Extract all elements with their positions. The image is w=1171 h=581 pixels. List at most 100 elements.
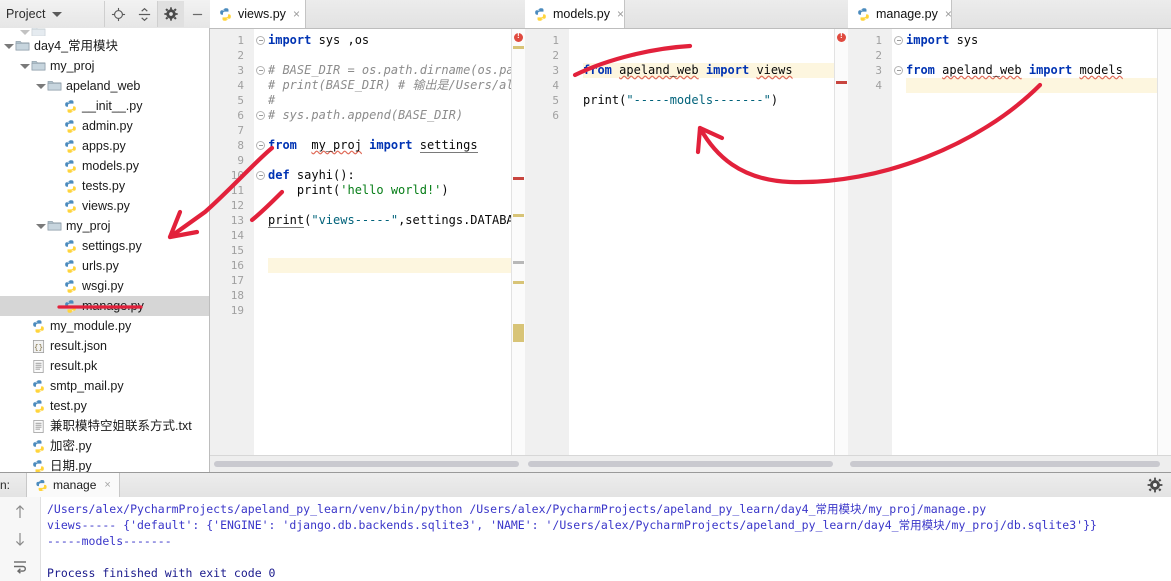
error-stripe-gutter[interactable] bbox=[1157, 29, 1171, 472]
editor-pane-models[interactable]: models.py×123456from apeland_web import … bbox=[525, 0, 848, 472]
tree-item-label: my_proj bbox=[66, 216, 110, 236]
error-stripe-gutter[interactable] bbox=[834, 29, 848, 472]
tree-file-views.py[interactable]: views.py bbox=[0, 196, 209, 216]
tree-file-__init__.py[interactable]: __init__.py bbox=[0, 96, 209, 116]
line-number: 7 bbox=[237, 123, 244, 138]
python-file-icon bbox=[63, 199, 78, 214]
soft-wrap-icon[interactable] bbox=[10, 557, 30, 575]
line-number-gutter[interactable]: 12345678910111213141516171819 bbox=[210, 29, 254, 472]
editor-pane-manage[interactable]: manage.py×1234import sysfrom apeland_web… bbox=[848, 0, 1171, 472]
tree-file-兼职模特空姐联系方式.txt[interactable]: 兼职模特空姐联系方式.txt bbox=[0, 416, 209, 436]
hscrollbar-pane1[interactable] bbox=[214, 461, 519, 467]
error-stripe-mark[interactable] bbox=[513, 214, 524, 217]
error-stripe-mark[interactable] bbox=[513, 324, 524, 342]
tree-file-加密.py[interactable]: 加密.py bbox=[0, 436, 209, 456]
tree-file-node[interactable] bbox=[0, 28, 209, 36]
tree-file-urls.py[interactable]: urls.py bbox=[0, 256, 209, 276]
project-tree-panel[interactable]: day4_常用模块my_projapeland_web__init__.pyad… bbox=[0, 28, 210, 472]
disclosure-triangle-icon[interactable] bbox=[36, 82, 45, 91]
tree-file-settings.py[interactable]: settings.py bbox=[0, 236, 209, 256]
tree-folder-day4_常用模块[interactable]: day4_常用模块 bbox=[0, 36, 209, 56]
disclosure-triangle-icon[interactable] bbox=[4, 42, 13, 51]
fold-marker-icon[interactable] bbox=[256, 36, 265, 45]
line-number: 2 bbox=[875, 48, 882, 63]
line-number: 2 bbox=[237, 48, 244, 63]
fold-marker-icon[interactable] bbox=[256, 111, 265, 120]
line-number: 8 bbox=[237, 138, 244, 153]
disclosure-triangle-icon[interactable] bbox=[36, 222, 45, 231]
error-stripe-mark[interactable] bbox=[836, 81, 847, 84]
collapse-all-icon[interactable] bbox=[131, 1, 157, 27]
code-area[interactable]: 123456from apeland_web import viewsprint… bbox=[525, 29, 848, 472]
error-stripe-gutter[interactable] bbox=[511, 29, 525, 472]
close-icon[interactable]: × bbox=[617, 9, 624, 19]
hscrollbar-pane2[interactable] bbox=[528, 461, 833, 467]
line-number: 13 bbox=[231, 213, 244, 228]
hscrollbar-pane3[interactable] bbox=[850, 461, 1160, 467]
code-folding-column[interactable] bbox=[892, 29, 906, 472]
error-indicator-icon[interactable] bbox=[837, 33, 846, 42]
hide-panel-icon[interactable] bbox=[184, 1, 210, 27]
fold-marker-icon[interactable] bbox=[256, 141, 265, 150]
tree-file-manage.py[interactable]: manage.py bbox=[0, 296, 209, 316]
tree-file-admin.py[interactable]: admin.py bbox=[0, 116, 209, 136]
tree-file-tests.py[interactable]: tests.py bbox=[0, 176, 209, 196]
run-tool-window[interactable]: n: manage × /User bbox=[0, 472, 1171, 581]
tree-file-my_module.py[interactable]: my_module.py bbox=[0, 316, 209, 336]
error-indicator-icon[interactable] bbox=[514, 33, 523, 42]
run-tab-manage[interactable]: manage × bbox=[26, 473, 120, 497]
error-stripe-mark[interactable] bbox=[513, 46, 524, 49]
tree-folder-my_proj[interactable]: my_proj bbox=[0, 216, 209, 236]
scroll-up-icon[interactable] bbox=[10, 503, 30, 521]
line-number: 16 bbox=[231, 258, 244, 273]
fold-marker-icon[interactable] bbox=[894, 66, 903, 75]
error-stripe-mark[interactable] bbox=[513, 281, 524, 284]
fold-marker-icon[interactable] bbox=[256, 171, 265, 180]
tree-folder-my_proj[interactable]: my_proj bbox=[0, 56, 209, 76]
error-stripe-mark[interactable] bbox=[513, 177, 524, 180]
scroll-down-icon[interactable] bbox=[10, 530, 30, 548]
console-output[interactable]: /Users/alex/PycharmProjects/apeland_py_l… bbox=[41, 497, 1171, 581]
editor-tab-label: views.py bbox=[238, 7, 286, 21]
line-number: 14 bbox=[231, 228, 244, 243]
line-number-gutter[interactable]: 123456 bbox=[525, 29, 569, 472]
editor-tab-views-py[interactable]: views.py × bbox=[210, 0, 306, 28]
project-tree[interactable]: day4_常用模块my_projapeland_web__init__.pyad… bbox=[0, 28, 209, 472]
tree-file-smtp_mail.py[interactable]: smtp_mail.py bbox=[0, 376, 209, 396]
python-file-icon bbox=[218, 7, 233, 22]
disclosure-triangle-icon[interactable] bbox=[20, 62, 29, 71]
tree-file-日期.py[interactable]: 日期.py bbox=[0, 456, 209, 472]
code-folding-column[interactable] bbox=[569, 29, 583, 472]
editor-pane-views[interactable]: views.py×12345678910111213141516171819im… bbox=[210, 0, 525, 472]
tree-indent-spacer bbox=[20, 402, 29, 411]
locate-icon[interactable] bbox=[104, 1, 131, 27]
settings-gear-icon[interactable] bbox=[157, 1, 184, 27]
editor-horizontal-scrollbars[interactable] bbox=[210, 455, 1171, 473]
error-stripe-mark[interactable] bbox=[513, 261, 524, 264]
console-toolbar[interactable] bbox=[0, 497, 41, 581]
chevron-down-icon[interactable] bbox=[52, 12, 62, 17]
disclosure-triangle-icon[interactable] bbox=[20, 28, 29, 36]
tree-file-test.py[interactable]: test.py bbox=[0, 396, 209, 416]
line-number-gutter[interactable]: 1234 bbox=[848, 29, 892, 472]
tree-file-apps.py[interactable]: apps.py bbox=[0, 136, 209, 156]
close-icon[interactable]: × bbox=[104, 479, 110, 491]
tree-file-result.pk[interactable]: result.pk bbox=[0, 356, 209, 376]
fold-marker-icon[interactable] bbox=[894, 36, 903, 45]
tree-folder-apeland_web[interactable]: apeland_web bbox=[0, 76, 209, 96]
code-folding-column[interactable] bbox=[254, 29, 268, 472]
project-panel-title[interactable]: Project bbox=[0, 7, 46, 21]
editor-tab-models-py[interactable]: models.py× bbox=[525, 0, 625, 28]
tree-file-wsgi.py[interactable]: wsgi.py bbox=[0, 276, 209, 296]
close-icon[interactable]: × bbox=[293, 9, 300, 19]
editor-tab-manage-py[interactable]: manage.py× bbox=[848, 0, 952, 28]
tree-item-label: urls.py bbox=[82, 256, 119, 276]
console-settings-gear-icon[interactable] bbox=[1147, 477, 1163, 493]
close-icon[interactable]: × bbox=[945, 9, 952, 19]
text-file-icon bbox=[31, 419, 46, 434]
tree-file-models.py[interactable]: models.py bbox=[0, 156, 209, 176]
fold-marker-icon[interactable] bbox=[256, 66, 265, 75]
tree-file-result.json[interactable]: {}result.json bbox=[0, 336, 209, 356]
code-area[interactable]: 1234import sysfrom apeland_web import mo… bbox=[848, 29, 1171, 472]
code-area[interactable]: 12345678910111213141516171819import sys … bbox=[210, 29, 525, 472]
